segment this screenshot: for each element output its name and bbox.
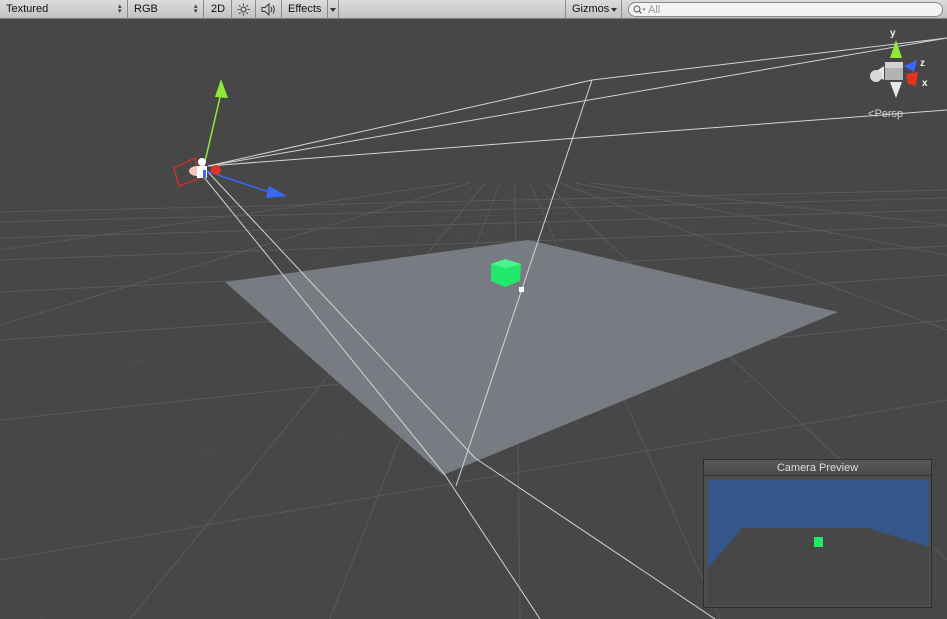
speaker-icon — [261, 3, 275, 16]
updown-arrows-icon: ▴ ▾ — [194, 3, 198, 15]
effects-button[interactable]: Effects — [282, 0, 328, 19]
scene-lighting-button[interactable] — [232, 0, 256, 19]
orientation-gizmo[interactable] — [870, 40, 918, 98]
scene-audio-button[interactable] — [256, 0, 282, 19]
gizmos-dropdown[interactable]: Gizmos — [565, 0, 622, 19]
gizmos-label: Gizmos — [572, 3, 610, 15]
render-channel-dropdown[interactable]: RGB ▴ ▾ — [128, 0, 204, 19]
mode-2d-button[interactable]: 2D — [204, 0, 232, 19]
axis-y-label: y — [890, 28, 896, 39]
preview-cube — [814, 537, 823, 547]
camera-object[interactable] — [173, 79, 287, 198]
projection-toggle[interactable]: <Persp — [868, 108, 903, 120]
render-channel-label: RGB — [134, 3, 158, 15]
effects-label: Effects — [288, 3, 322, 15]
shading-mode-dropdown[interactable]: Textured ▴ ▾ — [0, 0, 128, 19]
search-icon — [633, 5, 646, 14]
axis-x-label: x — [922, 78, 928, 89]
scene-viewport[interactable]: y z x <Persp Camera Preview — [0, 19, 947, 619]
updown-arrows-icon: ▴ ▾ — [118, 3, 122, 15]
mode-2d-label: 2D — [211, 3, 226, 15]
shading-mode-label: Textured — [6, 3, 49, 15]
sun-icon — [237, 3, 250, 16]
effects-dropdown-toggle[interactable] — [328, 0, 339, 19]
scene-toolbar: Textured ▴ ▾ RGB ▴ ▾ 2D Effects Gizmos A… — [0, 0, 947, 19]
scene-search-box[interactable] — [628, 2, 943, 17]
search-input[interactable] — [648, 3, 938, 16]
ground-plane[interactable] — [225, 240, 838, 475]
chevron-down-icon — [611, 8, 617, 12]
axis-z-label: z — [920, 58, 925, 69]
camera-preview-view — [708, 480, 929, 605]
projection-label: Persp — [874, 108, 904, 120]
chevron-down-icon — [330, 8, 336, 12]
camera-preview-title: Camera Preview — [704, 460, 931, 476]
camera-preview-panel: Camera Preview — [703, 459, 932, 608]
